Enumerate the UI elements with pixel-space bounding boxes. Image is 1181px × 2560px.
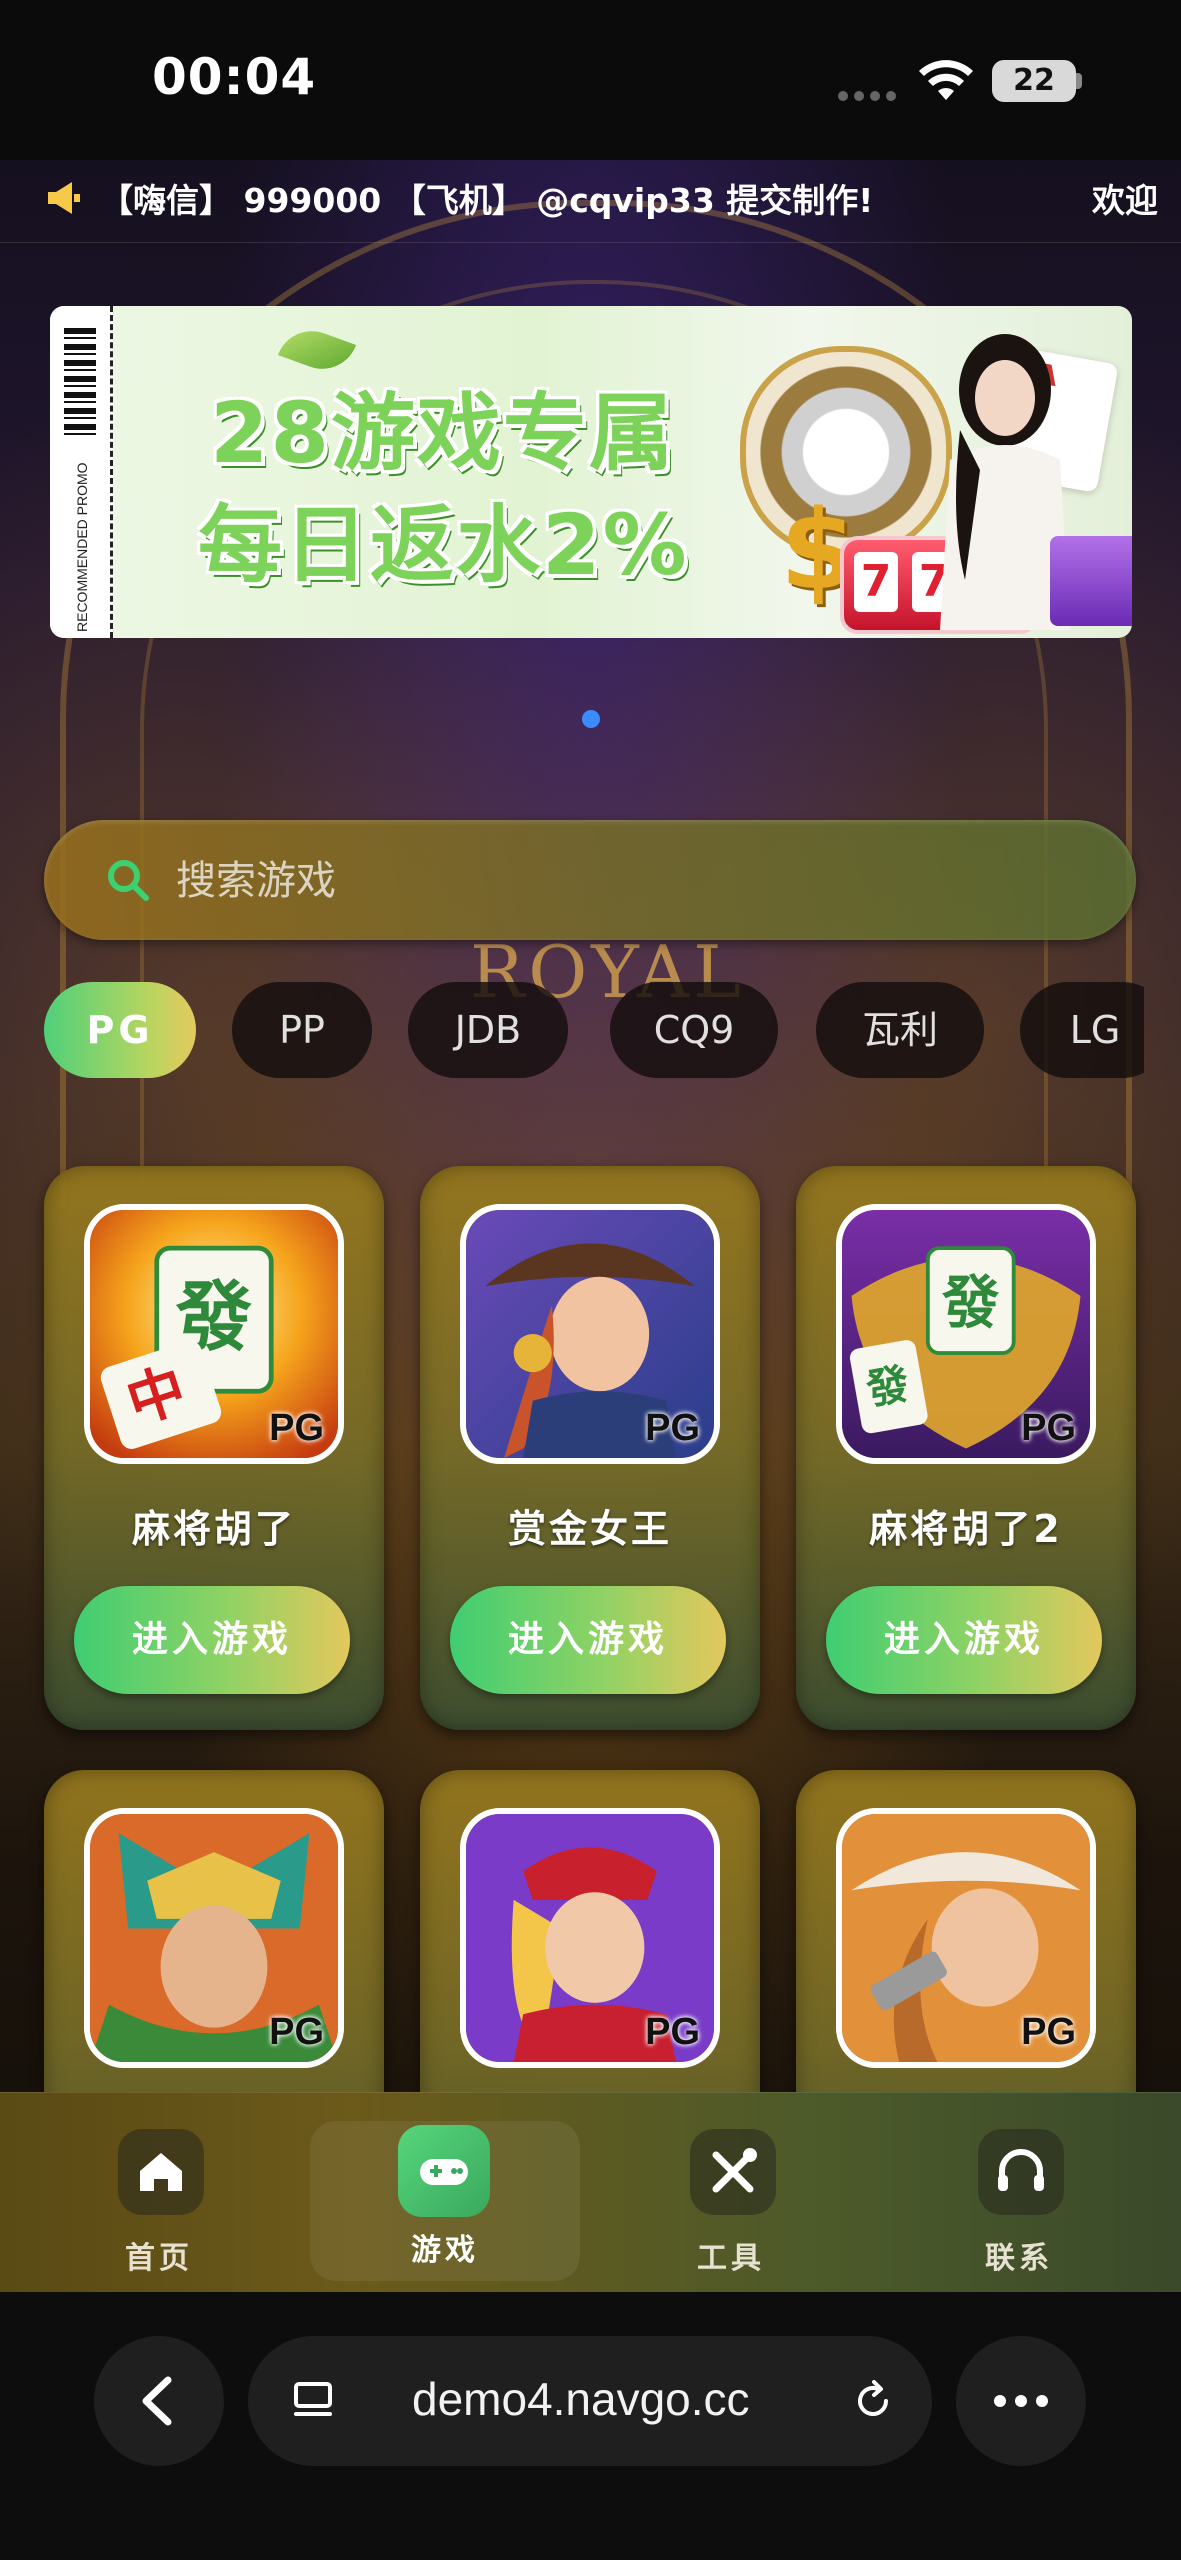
gift-box-icon xyxy=(1050,536,1132,626)
marquee-text-next: 欢迎 xyxy=(1092,181,1158,220)
nav-label: 工具 xyxy=(697,2241,765,2276)
pg-badge: PG xyxy=(645,2011,700,2053)
game-title: 麻将胡了 xyxy=(131,1507,296,1551)
slot-digit: 7 xyxy=(854,552,898,612)
svg-text:發: 發 xyxy=(862,1359,913,1415)
tab-pp[interactable]: PP xyxy=(232,982,372,1078)
pg-badge: PG xyxy=(269,2011,324,2053)
game-title: 麻将胡了2 xyxy=(869,1507,1063,1551)
more-options-button[interactable] xyxy=(956,2336,1086,2466)
game-thumbnail[interactable]: 發 發 PG xyxy=(836,1204,1096,1464)
ticket-stub: RECOMMENDED PROMO xyxy=(50,306,113,638)
status-bar: 00:04 22 xyxy=(0,0,1181,160)
home-icon xyxy=(118,2129,204,2215)
chevron-left-icon xyxy=(142,2376,172,2426)
search-input[interactable] xyxy=(174,850,1078,912)
browser-toolbar: demo4.navgo.cc xyxy=(0,2292,1181,2560)
url-text: demo4.navgo.cc xyxy=(412,2373,750,2425)
game-thumbnail[interactable]: PG xyxy=(460,1808,720,2068)
gamepad-icon xyxy=(398,2125,490,2217)
nav-label: 联系 xyxy=(985,2241,1053,2276)
svg-text:發: 發 xyxy=(941,1271,999,1337)
banner-headline: 28游戏专属 xyxy=(210,384,675,482)
nav-contact[interactable]: 联系 xyxy=(884,2093,1154,2293)
barcode-icon xyxy=(64,328,96,438)
tab-jdb[interactable]: JDB xyxy=(408,982,568,1078)
nav-label: 游戏 xyxy=(411,2233,479,2268)
game-card[interactable]: 發 中 PG 麻将胡了 进入游戏 xyxy=(44,1166,384,1730)
reload-icon[interactable] xyxy=(848,2376,898,2426)
headset-icon xyxy=(978,2129,1064,2215)
back-button[interactable] xyxy=(94,2336,224,2466)
pg-badge: PG xyxy=(1021,1407,1076,1449)
banner-subheadline: 每日返水2% xyxy=(198,496,689,594)
page-content: ROYAL 【嗨信】 999000 【飞机】 @cqvip33 提交制作! 欢迎… xyxy=(0,160,1181,2292)
promo-banner[interactable]: RECOMMENDED PROMO 28游戏专属 每日返水2% $ 777 A xyxy=(50,306,1132,638)
search-icon xyxy=(108,860,149,901)
enter-game-button[interactable]: 进入游戏 xyxy=(450,1586,726,1694)
stub-label: RECOMMENDED PROMO xyxy=(74,462,90,632)
provider-tabs: PG PP JDB CQ9 瓦利 LG xyxy=(44,982,1144,1082)
status-time: 00:04 xyxy=(152,48,317,106)
tab-lg[interactable]: LG xyxy=(1020,982,1144,1078)
tab-cq9[interactable]: CQ9 xyxy=(610,982,778,1078)
battery-level: 22 xyxy=(992,60,1076,102)
carousel-dot-active[interactable] xyxy=(582,710,600,728)
pg-badge: PG xyxy=(1021,2011,1076,2053)
announcement-marquee[interactable]: 【嗨信】 999000 【飞机】 @cqvip33 提交制作! 欢迎 xyxy=(0,160,1181,243)
enter-game-button[interactable]: 进入游戏 xyxy=(74,1586,350,1694)
tab-pg[interactable]: PG xyxy=(44,982,196,1078)
nav-games[interactable]: 游戏 xyxy=(310,2121,580,2281)
game-thumbnail[interactable]: PG xyxy=(84,1808,344,2068)
nav-label: 首页 xyxy=(125,2241,193,2276)
cellular-signal-icon xyxy=(838,86,902,101)
marquee-text: 【嗨信】 999000 【飞机】 @cqvip33 提交制作! xyxy=(100,181,874,220)
game-thumbnail[interactable]: 發 中 PG xyxy=(84,1204,344,1464)
megaphone-icon xyxy=(48,182,80,214)
game-thumbnail[interactable]: PG xyxy=(460,1204,720,1464)
game-card[interactable]: PG 赏金女王 进入游戏 xyxy=(420,1166,760,1730)
nav-tools[interactable]: 工具 xyxy=(596,2093,866,2293)
enter-game-button[interactable]: 进入游戏 xyxy=(826,1586,1102,1694)
tools-icon xyxy=(690,2129,776,2215)
game-title: 赏金女王 xyxy=(507,1507,672,1551)
search-bar[interactable] xyxy=(44,820,1136,940)
page-menu-icon[interactable] xyxy=(288,2376,338,2426)
pg-badge: PG xyxy=(269,1407,324,1449)
address-bar[interactable]: demo4.navgo.cc xyxy=(248,2336,932,2466)
pg-badge: PG xyxy=(645,1407,700,1449)
battery-tip xyxy=(1076,73,1082,89)
game-card[interactable]: 發 發 PG 麻将胡了2 进入游戏 xyxy=(796,1166,1136,1730)
nav-home[interactable]: 首页 xyxy=(24,2093,294,2293)
wifi-icon xyxy=(919,60,973,100)
ellipsis-icon xyxy=(994,2395,1048,2407)
game-thumbnail[interactable]: PG xyxy=(836,1808,1096,2068)
tab-wali[interactable]: 瓦利 xyxy=(816,982,984,1078)
bottom-navigation: 首页 游戏 工具 联系 xyxy=(0,2092,1181,2293)
